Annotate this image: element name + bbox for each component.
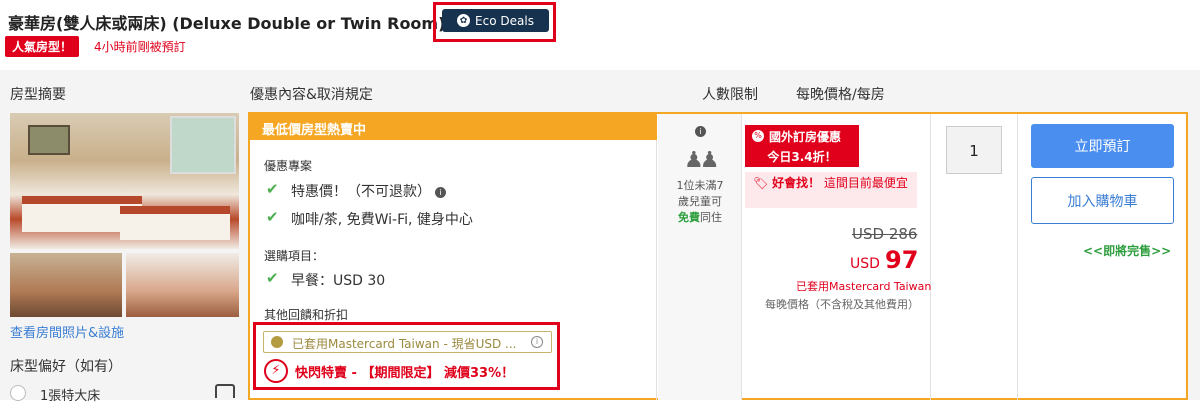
check-icon: ✔ <box>266 180 279 198</box>
bed-option-radio[interactable] <box>10 385 26 401</box>
check-icon: ✔ <box>266 208 279 226</box>
tag-icon: 🏷 <box>753 176 769 190</box>
per-night-note: 每晚價格（不含稅及其他費用） <box>765 298 919 311</box>
mastercard-applied-text: 已套用Mastercard Taiwan <box>796 280 932 293</box>
room-thumbnail[interactable] <box>10 253 122 317</box>
bed-preference-title: 床型偏好（如有） <box>10 359 122 375</box>
book-now-button[interactable]: 立即預訂 <box>1031 124 1174 168</box>
info-icon[interactable]: i <box>435 187 446 198</box>
mastercard-icon <box>271 336 283 348</box>
bed-icon <box>215 384 235 398</box>
best-price-text: 這間目前最便宜 <box>823 176 908 190</box>
room-photo-artwork <box>28 125 70 155</box>
info-icon[interactable]: i <box>531 336 543 348</box>
deal-item-nonrefundable: 特惠價！（不可退款） i <box>291 181 446 201</box>
column-header-summary: 房型摘要 <box>10 87 66 103</box>
people-icon: ♟♟ <box>684 148 720 173</box>
room-title: 豪華房(雙人床或兩床) (Deluxe Double or Twin Room) <box>8 14 446 33</box>
child-policy-line: 免費同住 <box>668 210 732 226</box>
child-policy-text: 1位未滿7 歲兒童可 免費同住 <box>668 178 732 226</box>
price-amount: 97 <box>885 246 919 274</box>
leaf-icon: ✿ <box>457 14 471 27</box>
lowest-price-banner: 最低價房型熱賣中 <box>250 114 657 140</box>
eco-deals-badge[interactable]: ✿ Eco Deals <box>442 9 549 32</box>
room-photo-window <box>170 116 236 174</box>
flash-sale-text: 快閃特賣 - 【期間限定】 減價33%！ <box>295 366 515 381</box>
check-icon: ✔ <box>266 269 279 287</box>
flash-icon: ⚡ <box>264 359 288 383</box>
other-discounts-title: 其他回饋和折扣 <box>264 308 349 322</box>
popular-badge: 人氣房型！ <box>5 36 80 57</box>
plan-title: 優惠專案 <box>264 159 313 173</box>
stay-label: 同住 <box>700 211 722 224</box>
add-to-cart-button[interactable]: 加入購物車 <box>1031 177 1174 224</box>
options-title: 選購項目： <box>264 249 325 263</box>
deal-item-breakfast: 早餐：USD 30 <box>291 273 386 289</box>
column-header-price: 每晚價格/每房 <box>796 87 885 103</box>
discount-tag: 今日3.4折！ <box>745 147 859 167</box>
percent-icon: % <box>752 130 764 142</box>
deal-item-label: 特惠價！（不可退款） <box>291 184 431 200</box>
room-quantity-select[interactable]: 1 <box>946 126 1002 174</box>
deal-item-amenities: 咖啡/茶, 免費Wi-Fi, 健身中心 <box>291 212 473 228</box>
child-policy-line: 1位未滿7 <box>676 179 724 192</box>
bed-option-label: 1張特大床 <box>40 389 101 404</box>
best-price-note: 🏷 好會找！ 這間目前最便宜 <box>745 172 917 208</box>
current-price: USD 97 <box>850 246 918 274</box>
selling-out-text: <<即將完售>> <box>1083 244 1172 258</box>
eco-deals-label: Eco Deals <box>475 13 534 28</box>
room-photo-bed <box>120 206 230 240</box>
child-policy-line: 歲兒童可 <box>678 195 722 208</box>
column-header-deal: 優惠內容&取消規定 <box>250 87 373 103</box>
free-label: 免費 <box>678 211 700 224</box>
original-price: USD 286 <box>852 225 918 243</box>
info-icon[interactable]: i <box>695 126 706 137</box>
mastercard-discount-bar[interactable]: 已套用Mastercard Taiwan - 現省USD ... <box>263 331 552 353</box>
price-currency: USD <box>850 256 880 272</box>
room-thumbnail[interactable] <box>126 253 239 317</box>
column-header-people: 人數限制 <box>702 87 758 103</box>
recently-booked-text: 4小時前剛被預訂 <box>94 40 186 54</box>
best-price-prefix: 好會找！ <box>772 176 821 190</box>
view-photos-link[interactable]: 查看房間照片&設施 <box>10 322 124 341</box>
